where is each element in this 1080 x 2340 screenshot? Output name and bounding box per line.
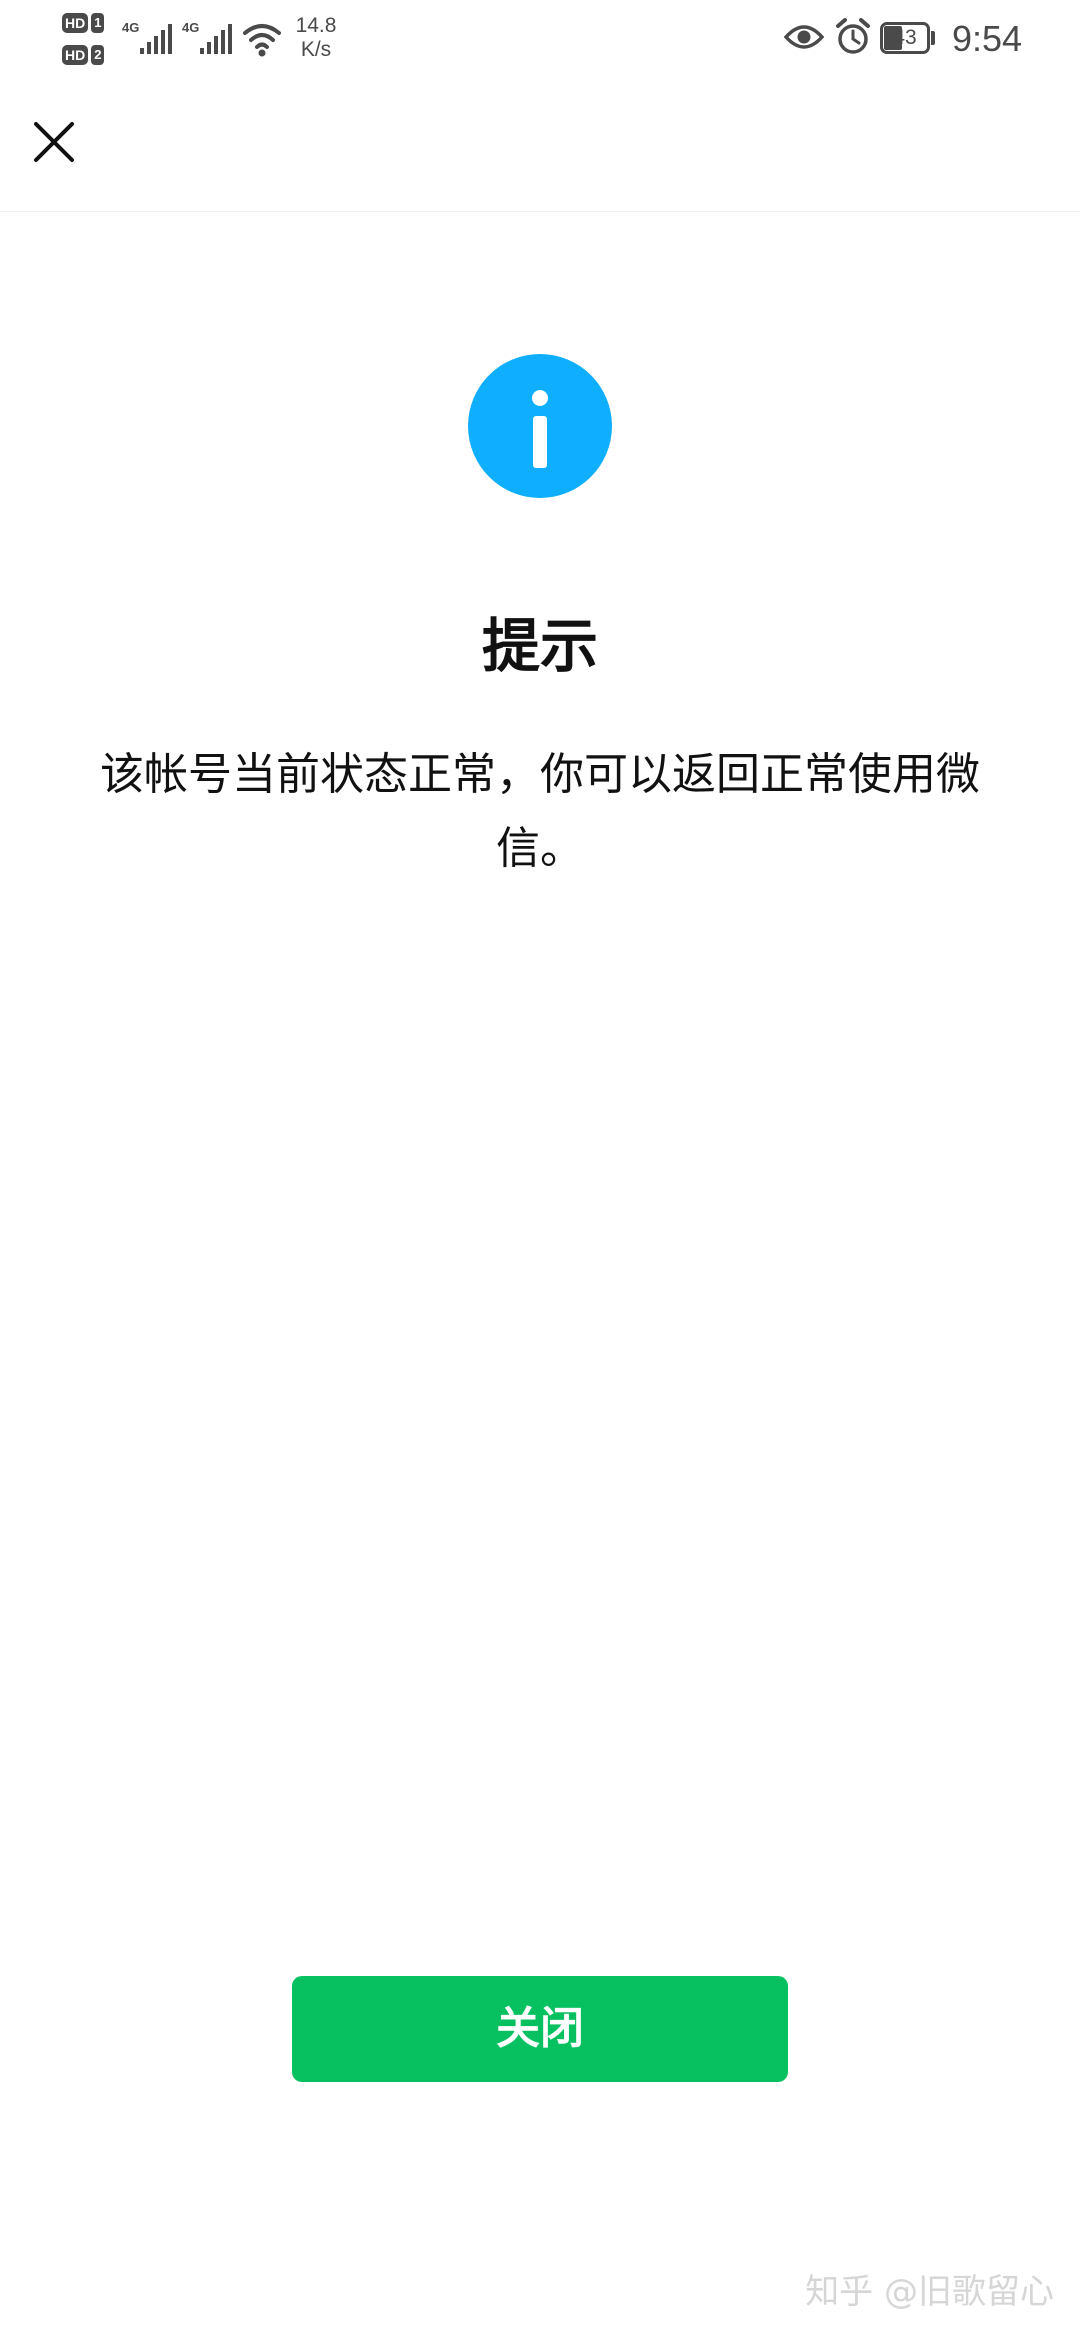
network-speed-value: 14.8 (295, 14, 337, 37)
dialog-message: 该帐号当前状态正常，你可以返回正常使用微信。 (100, 749, 980, 874)
watermark: 知乎 @旧歌留心 (805, 2272, 1054, 2312)
hd-label-1: HD (62, 13, 89, 33)
info-icon-dot (532, 390, 548, 406)
hd-num-1: 1 (91, 13, 105, 33)
signal-icon: 4G (122, 18, 174, 58)
network-type-2: 4G (182, 20, 200, 35)
hd-icon: HD 1 HD 2 (62, 12, 112, 68)
alarm-icon (836, 18, 870, 54)
battery-icon: 43 (880, 22, 936, 54)
signal-bars-2 (200, 24, 232, 54)
signal-icon-2: 4G (182, 18, 234, 58)
info-icon-stem (533, 416, 547, 468)
network-speed: 14.8 K/s (286, 14, 346, 62)
wifi-icon (243, 24, 281, 57)
battery-tip (931, 31, 935, 45)
hd-badge-2: HD 2 (62, 44, 105, 66)
network-speed-unit: K/s (300, 38, 332, 61)
hd-num-2: 2 (91, 45, 105, 65)
network-type-1: 4G (122, 20, 140, 35)
status-time: 9:54 (952, 18, 1023, 59)
battery-level: 43 (893, 26, 917, 49)
hd-badge-1: HD 1 (62, 12, 105, 34)
signal-bars-1 (140, 24, 172, 54)
top-nav (0, 80, 1080, 212)
close-button[interactable]: 关闭 (292, 1976, 788, 2082)
close-icon[interactable] (24, 112, 84, 172)
hd-label-2: HD (62, 45, 89, 65)
eye-icon (784, 25, 824, 49)
dialog-title: 提示 (481, 612, 598, 680)
info-icon (468, 354, 612, 498)
status-bar: HD 1 HD 2 4G 4G 14.8 K/s 43 9:54 (0, 0, 1080, 80)
